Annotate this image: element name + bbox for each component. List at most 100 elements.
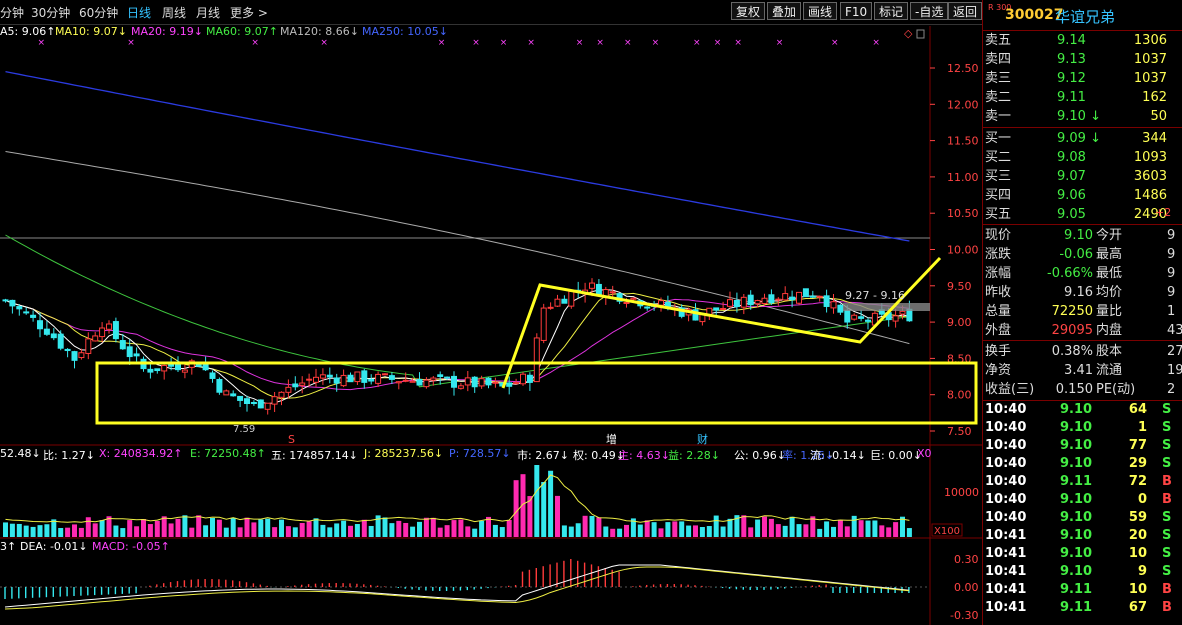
volume-bar bbox=[851, 515, 857, 537]
bid-volume: 1093 bbox=[1133, 150, 1167, 165]
tick-volume: 29 bbox=[1128, 456, 1147, 471]
bid-row[interactable]: 买二 9.08 1093 bbox=[983, 148, 1182, 167]
signal-marker: × bbox=[38, 38, 46, 48]
volume-bar bbox=[465, 526, 471, 537]
ask-row[interactable]: 卖四 9.13 1037 bbox=[983, 50, 1182, 69]
signal-marker: × bbox=[127, 38, 135, 48]
volume-bar bbox=[403, 522, 409, 537]
bid-label: 买四 bbox=[985, 188, 1012, 203]
bid-row[interactable]: 买四 9.06 1486 bbox=[983, 186, 1182, 205]
candle-body bbox=[175, 363, 181, 371]
range-label: 9.27 - 9.16 bbox=[845, 289, 905, 302]
volume-bar bbox=[803, 524, 809, 537]
volume-bar bbox=[279, 519, 284, 537]
quote-value: 3.41 bbox=[1064, 363, 1093, 378]
candle-body bbox=[713, 307, 720, 311]
candle-body bbox=[299, 382, 306, 386]
volume-bar bbox=[679, 521, 685, 537]
tick-side: B bbox=[1162, 492, 1172, 507]
event-marker-finance[interactable]: 财 bbox=[697, 432, 708, 446]
candle-body bbox=[623, 301, 630, 304]
quote-value: 9.16 bbox=[1064, 285, 1093, 300]
volume-bar bbox=[361, 519, 367, 537]
candle-body bbox=[554, 298, 561, 307]
quote-row: 现价 9.10 今开 9 bbox=[983, 226, 1182, 245]
ask-row[interactable]: 卖二 9.11 162 bbox=[983, 88, 1182, 107]
candle-body bbox=[513, 382, 520, 385]
candle-body bbox=[85, 338, 92, 354]
candle-body bbox=[147, 368, 154, 373]
volume-bar bbox=[672, 521, 678, 537]
bid-row[interactable]: 买五 9.05 2490 bbox=[983, 205, 1182, 224]
volume-bar bbox=[65, 527, 71, 537]
quote-value-2: 9 bbox=[1167, 247, 1176, 262]
candle-body bbox=[892, 315, 899, 322]
kline-chart[interactable]: 12.50 12.00 11.50 11.00 10.50 10.00 9.50 9.00 8.… bbox=[0, 0, 982, 625]
macd-value: MACD: -0.05↑ bbox=[92, 540, 170, 553]
candle-body bbox=[306, 378, 313, 381]
volume-bar bbox=[389, 523, 395, 537]
volume-bar bbox=[251, 522, 257, 537]
candle-body bbox=[154, 368, 161, 372]
macd-dea-value: DEA: -0.01↓ bbox=[20, 540, 88, 553]
tick-side: S bbox=[1162, 528, 1172, 543]
candle-body bbox=[195, 363, 202, 367]
ask-label: 卖三 bbox=[985, 71, 1012, 86]
vol-flow-value: 流: -0.14↓ bbox=[810, 449, 866, 462]
quote-panel: R 300 300027 华谊兄弟 卖五 9.14 1306 卖四 9.13 1037 卖三… bbox=[982, 0, 1182, 625]
tick-row: 10:40 9.10 29 S bbox=[983, 455, 1182, 473]
bid-label: 买三 bbox=[985, 169, 1012, 184]
candle-body bbox=[395, 381, 402, 384]
candle-body bbox=[437, 374, 444, 377]
candle-body bbox=[809, 295, 816, 298]
volume-bar bbox=[817, 528, 823, 537]
signal-marker: × bbox=[596, 38, 604, 48]
volume-bar bbox=[354, 524, 360, 537]
candle-body bbox=[278, 391, 285, 398]
tick-volume: 67 bbox=[1128, 600, 1147, 615]
candle-body bbox=[851, 314, 858, 320]
candle-body bbox=[285, 386, 292, 393]
quote-row: 净资 3.41流通 19.3 bbox=[983, 361, 1182, 380]
candle-body bbox=[409, 380, 416, 383]
tick-time: 10:40 bbox=[985, 492, 1027, 507]
diamond-icon: ◇ bbox=[904, 27, 913, 40]
volume-bar bbox=[72, 524, 77, 537]
tick-side: S bbox=[1162, 420, 1172, 435]
candle-body bbox=[340, 374, 347, 387]
candle-body bbox=[526, 374, 533, 383]
quote-row: 外盘 29095 内盘 43 bbox=[983, 321, 1182, 340]
quote-value-2: 9 bbox=[1167, 285, 1176, 300]
volume-bar bbox=[748, 527, 754, 537]
tick-price: 9.10 bbox=[1060, 546, 1093, 561]
volume-bar bbox=[78, 527, 84, 537]
bid-row[interactable]: 买一 9.09 ↓ 344 bbox=[983, 129, 1182, 148]
candle-body bbox=[250, 401, 257, 404]
ask-row[interactable]: 卖五 9.14 1306 bbox=[983, 31, 1182, 50]
candle-body bbox=[133, 353, 140, 357]
volume-bar bbox=[596, 517, 602, 537]
volume-bar bbox=[858, 520, 864, 537]
event-marker-capital[interactable]: 增 bbox=[606, 432, 617, 446]
volume-bar bbox=[499, 527, 505, 537]
macd-dea-line bbox=[4, 566, 909, 610]
macd-axis-bottom: -0.30 bbox=[950, 609, 978, 622]
quote-label: 现价 bbox=[985, 228, 1012, 243]
candle-body bbox=[64, 348, 71, 352]
tick-row: 10:41 9.11 10 B bbox=[983, 581, 1182, 599]
candle-body bbox=[333, 377, 340, 384]
volume-bar bbox=[865, 520, 871, 537]
bid-row[interactable]: 买三 9.07 3603 bbox=[983, 167, 1182, 186]
pane-toggle-icon[interactable] bbox=[916, 29, 925, 39]
stock-header[interactable]: R 300 300027 华谊兄弟 bbox=[983, 0, 1182, 31]
volume-bar bbox=[741, 515, 747, 537]
macd-histogram bbox=[4, 559, 910, 599]
event-marker-s[interactable]: S bbox=[288, 433, 295, 446]
price-tick-label: 11.50 bbox=[947, 135, 979, 148]
ask-row[interactable]: 卖三 9.12 1037 bbox=[983, 69, 1182, 88]
volume-bar bbox=[624, 524, 629, 537]
candle-body bbox=[119, 340, 126, 350]
ask-row[interactable]: 卖一 9.10 ↓ 50 bbox=[983, 107, 1182, 126]
candle-body bbox=[112, 321, 119, 340]
candle-body bbox=[30, 314, 37, 318]
